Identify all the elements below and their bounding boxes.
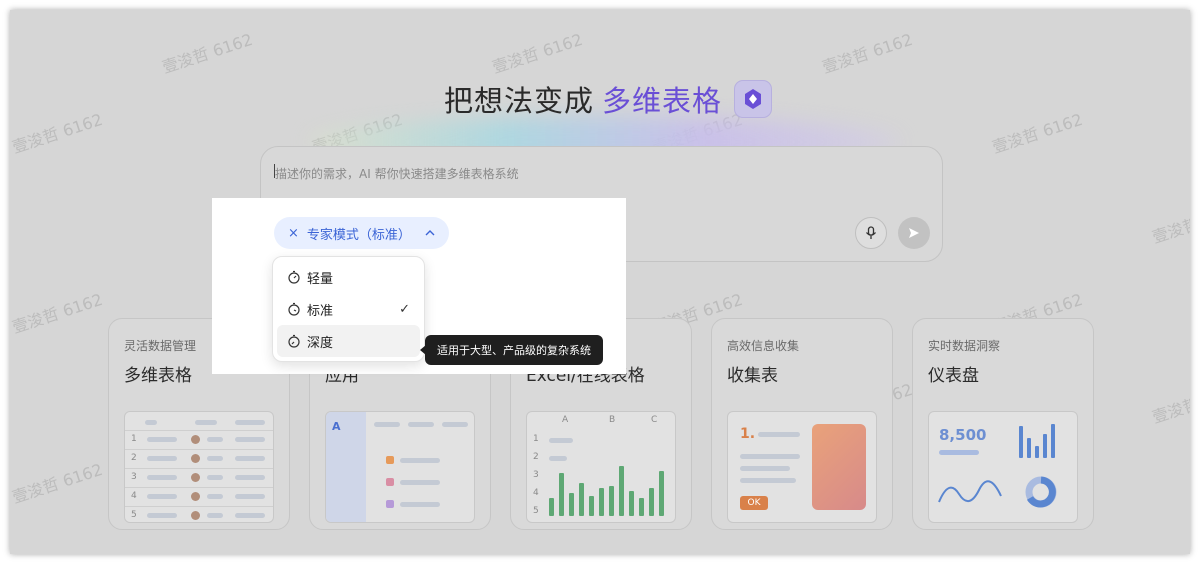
watermark: 壹浚哲 6162 bbox=[10, 289, 105, 337]
row-label: 5 bbox=[533, 506, 539, 516]
excel-bar bbox=[659, 471, 664, 516]
excel-bar bbox=[649, 488, 654, 516]
card-title: 收集表 bbox=[727, 366, 778, 386]
excel-bar bbox=[609, 486, 614, 516]
header-bar bbox=[195, 420, 217, 425]
col-label: C bbox=[651, 415, 658, 425]
form-step-number: 1. bbox=[740, 426, 756, 442]
dashboard-thumbnail: 8,500 bbox=[928, 411, 1078, 523]
card-form[interactable]: 高效信息收集 收集表 1. OK bbox=[711, 318, 893, 530]
row-label: 3 bbox=[533, 470, 539, 480]
sheet-thumbnail: 1 2 3 4 5 bbox=[124, 411, 274, 523]
excel-bar bbox=[619, 466, 624, 516]
table-row: 1 bbox=[125, 430, 273, 449]
row-label: 2 bbox=[533, 452, 539, 462]
form-ok-button: OK bbox=[740, 496, 768, 510]
excel-bar bbox=[639, 498, 644, 516]
form-illustration bbox=[812, 424, 866, 510]
mode-chip[interactable]: × 专家模式（标准） bbox=[274, 217, 449, 249]
card-subtitle: 灵活数据管理 bbox=[124, 339, 197, 353]
prompt-placeholder[interactable]: 描述你的需求，AI 帮你快速搭建多维表格系统 bbox=[275, 165, 519, 182]
header-bar bbox=[145, 420, 157, 425]
watermark: 壹浚哲 6162 bbox=[1149, 380, 1190, 427]
timer-icon bbox=[288, 334, 300, 348]
title-prefix: 把想法变成 bbox=[444, 84, 595, 118]
col-label: A bbox=[562, 415, 569, 425]
app-sidebar-preview: A bbox=[326, 412, 366, 522]
excel-bar bbox=[549, 498, 554, 516]
menu-item-label: 轻量 bbox=[307, 271, 334, 287]
menu-item-standard[interactable]: 标准 ✓ bbox=[277, 293, 420, 325]
mic-icon bbox=[865, 226, 877, 239]
menu-item-label: 深度 bbox=[307, 335, 334, 351]
excel-thumbnail: A B C 1 2 3 4 5 bbox=[526, 411, 676, 523]
table-row: 3 bbox=[125, 468, 273, 487]
timer-icon bbox=[288, 270, 300, 284]
app-mark-icon: A bbox=[332, 420, 341, 433]
card-subtitle: 高效信息收集 bbox=[727, 339, 800, 353]
excel-bar bbox=[559, 473, 564, 516]
mic-button[interactable] bbox=[855, 217, 887, 249]
table-row: 4 bbox=[125, 487, 273, 506]
timer-icon bbox=[288, 302, 300, 316]
watermark: 壹浚哲 6162 bbox=[489, 29, 585, 77]
card-dashboard[interactable]: 实时数据洞察 仪表盘 8,500 bbox=[912, 318, 1094, 530]
watermark: 壹浚哲 6162 bbox=[1149, 200, 1190, 247]
mode-chip-label: 专家模式（标准） bbox=[306, 227, 411, 243]
row-label: 1 bbox=[533, 434, 539, 444]
menu-item-label: 标准 bbox=[307, 303, 334, 319]
excel-bar bbox=[629, 491, 634, 516]
app-window: 壹浚哲 6162 壹浚哲 6162 壹浚哲 6162 壹浚哲 6162 壹浚哲 … bbox=[10, 10, 1190, 554]
card-title: 仪表盘 bbox=[928, 366, 979, 386]
header-bar bbox=[235, 420, 265, 425]
excel-bar bbox=[589, 496, 594, 516]
mode-dropdown-menu: 轻量 标准 ✓ 深度 bbox=[272, 256, 425, 362]
send-icon bbox=[909, 228, 919, 238]
mode-tooltip: 适用于大型、产品级的复杂系统 bbox=[420, 335, 603, 365]
excel-bar bbox=[599, 488, 604, 516]
watermark: 壹浚哲 6162 bbox=[989, 109, 1085, 157]
chevron-up-icon[interactable] bbox=[425, 226, 435, 241]
dashboard-value: 8,500 bbox=[939, 426, 987, 444]
menu-item-deep[interactable]: 深度 bbox=[277, 325, 420, 357]
watermark: 壹浚哲 6162 bbox=[10, 459, 105, 507]
excel-bar bbox=[579, 483, 584, 516]
title-accent: 多维表格 bbox=[602, 84, 723, 118]
excel-bar bbox=[569, 493, 574, 516]
watermark: 壹浚哲 6162 bbox=[159, 29, 255, 77]
card-title: 多维表格 bbox=[124, 366, 192, 386]
app-logo-icon bbox=[734, 80, 773, 118]
form-thumbnail: 1. OK bbox=[727, 411, 877, 523]
app-thumbnail: A bbox=[325, 411, 475, 523]
watermark: 壹浚哲 6162 bbox=[819, 29, 915, 77]
menu-item-light[interactable]: 轻量 bbox=[277, 261, 420, 293]
check-icon: ✓ bbox=[399, 301, 410, 317]
row-label: 4 bbox=[533, 488, 539, 498]
col-label: B bbox=[609, 415, 616, 425]
watermark: 壹浚哲 6162 bbox=[10, 109, 105, 157]
page-title: 把想法变成 多维表格 bbox=[444, 74, 773, 124]
table-row: 2 bbox=[125, 449, 273, 468]
card-subtitle: 实时数据洞察 bbox=[928, 339, 1001, 353]
donut-chart-icon bbox=[1025, 476, 1057, 508]
close-icon[interactable]: × bbox=[288, 226, 299, 241]
send-button[interactable] bbox=[898, 217, 930, 249]
wave-chart-icon bbox=[938, 480, 1002, 503]
table-row: 5 bbox=[125, 506, 273, 522]
